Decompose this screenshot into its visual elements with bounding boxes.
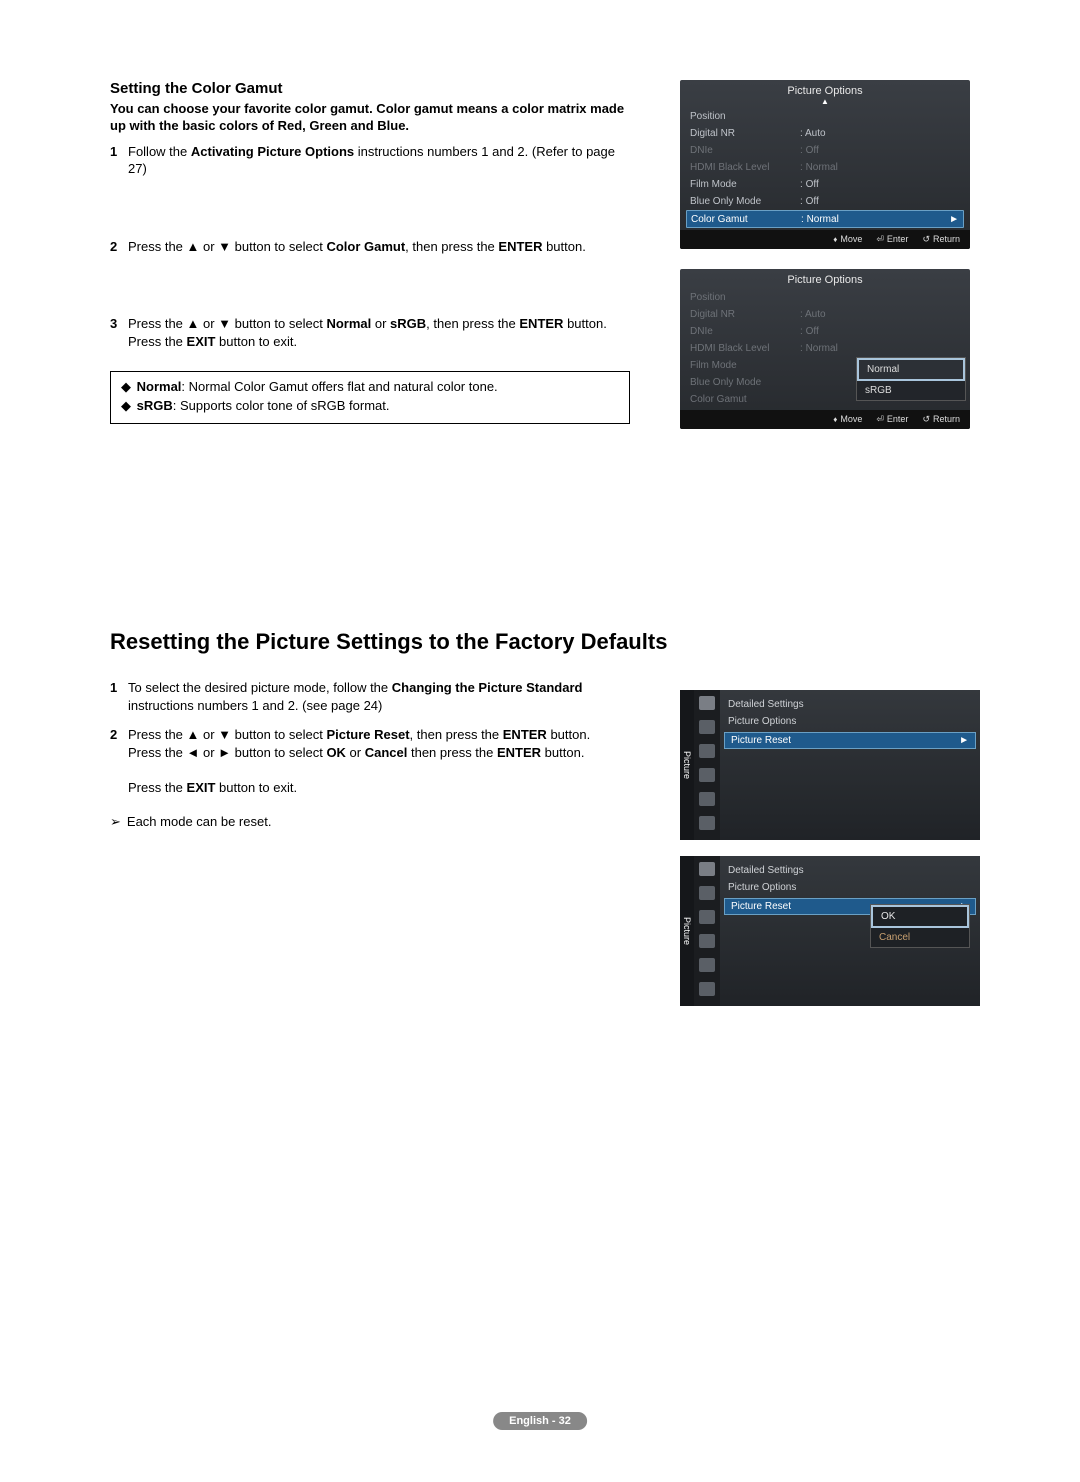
- osd-row-value: Normal: [800, 343, 960, 354]
- osd-row-label: Position: [690, 111, 800, 122]
- osd-row-selected: Color GamutNormal►: [686, 210, 964, 228]
- move-hint: Move: [833, 414, 862, 425]
- enter-hint: Enter: [876, 234, 908, 245]
- osd-row-value: Auto: [800, 309, 960, 320]
- osd-row-label: Digital NR: [690, 309, 800, 320]
- return-hint: Return: [922, 414, 960, 425]
- osd-footer: Move Enter Return: [680, 230, 970, 249]
- popup-option: Cancel: [871, 928, 969, 947]
- menu-item: Detailed Settings: [728, 862, 972, 879]
- menu-item-selected: Picture Reset►: [724, 732, 976, 749]
- scroll-up-icon: ▲: [680, 98, 970, 106]
- osd-row-label: Blue Only Mode: [690, 196, 800, 207]
- step-number: 2: [110, 238, 128, 256]
- osd-row-label: Color Gamut: [690, 394, 800, 405]
- osd-row-label: Position: [690, 292, 800, 303]
- menu-item: Detailed Settings: [728, 696, 972, 713]
- side-tab: Picture: [680, 690, 694, 840]
- move-hint: Move: [833, 234, 862, 245]
- osd-row-label: DNIe: [690, 145, 800, 156]
- bullet-icon: ◆: [121, 397, 133, 415]
- tv-icon: [699, 862, 715, 876]
- steps-list: 1 Follow the Activating Picture Options …: [110, 143, 630, 351]
- osd-row-label: Digital NR: [690, 128, 800, 139]
- osd-picture-menu-2: Picture Detailed Settings Picture Option…: [680, 856, 980, 1006]
- menu-icon: [699, 934, 715, 948]
- osd-picture-menu-1: Picture Detailed Settings Picture Option…: [680, 690, 980, 840]
- page-footer: English - 32: [493, 1412, 587, 1430]
- menu-icon: [699, 910, 715, 924]
- step-number: 2: [110, 726, 128, 796]
- chevron-right-icon: ►: [959, 735, 969, 746]
- bullet-icon: ◆: [121, 378, 133, 396]
- osd-row-value: Off: [800, 196, 960, 207]
- step-body: Follow the Activating Picture Options in…: [128, 143, 630, 178]
- note-line: Each mode can be reset.: [110, 814, 630, 830]
- main-heading: Resetting the Picture Settings to the Fa…: [110, 629, 970, 655]
- menu-icon: [699, 792, 715, 806]
- osd-picture-options-2: Picture Options Position Digital NRAuto …: [680, 269, 970, 429]
- popup-option-selected: Normal: [857, 358, 965, 381]
- side-icons: [694, 690, 720, 840]
- menu-icon: [699, 720, 715, 734]
- osd-popup: OK Cancel: [870, 904, 970, 948]
- osd-row-label: HDMI Black Level: [690, 343, 800, 354]
- step-number: 3: [110, 315, 128, 350]
- note-box: ◆ Normal: Normal Color Gamut offers flat…: [110, 371, 630, 424]
- osd-footer: Move Enter Return: [680, 410, 970, 429]
- osd-row-value: Off: [800, 145, 960, 156]
- osd-row-value: Auto: [800, 128, 960, 139]
- osd-row-label: Blue Only Mode: [690, 377, 800, 388]
- menu-icon: [699, 886, 715, 900]
- osd-popup: Normal sRGB: [856, 357, 966, 401]
- menu-item: Picture Options: [728, 713, 972, 730]
- reset-steps-list: 1 To select the desired picture mode, fo…: [110, 679, 630, 808]
- osd-row-label: DNIe: [690, 326, 800, 337]
- tv-icon: [699, 696, 715, 710]
- popup-option: sRGB: [857, 381, 965, 400]
- side-tab: Picture: [680, 856, 694, 1006]
- osd-row-label: Film Mode: [690, 179, 800, 190]
- menu-icon: [699, 744, 715, 758]
- step-number: 1: [110, 143, 128, 178]
- osd-row-label: Film Mode: [690, 360, 800, 371]
- menu-item: Picture Options: [728, 879, 972, 896]
- menu-icon: [699, 958, 715, 972]
- osd-row-value: Normal: [800, 162, 960, 173]
- section-intro: You can choose your favorite color gamut…: [110, 101, 630, 135]
- step-body: Press the ▲ or ▼ button to select Color …: [128, 238, 630, 256]
- osd-row-value: Off: [800, 326, 960, 337]
- step-number: 1: [110, 679, 128, 714]
- osd-title: Picture Options: [680, 80, 970, 98]
- osd-picture-options-1: Picture Options ▲ Position Digital NRAut…: [680, 80, 970, 249]
- menu-icon: [699, 816, 715, 830]
- popup-option-selected: OK: [871, 905, 969, 928]
- menu-icon: [699, 768, 715, 782]
- enter-hint: Enter: [876, 414, 908, 425]
- step-body: To select the desired picture mode, foll…: [128, 679, 630, 714]
- osd-title: Picture Options: [680, 269, 970, 287]
- return-hint: Return: [922, 234, 960, 245]
- step-body: Press the ▲ or ▼ button to select Pictur…: [128, 726, 630, 796]
- section-heading: Setting the Color Gamut: [110, 80, 630, 97]
- step-body: Press the ▲ or ▼ button to select Normal…: [128, 315, 630, 350]
- osd-row-value: Off: [800, 179, 960, 190]
- osd-row-label: HDMI Black Level: [690, 162, 800, 173]
- side-icons: [694, 856, 720, 1006]
- chevron-right-icon: ►: [949, 214, 959, 225]
- menu-icon: [699, 982, 715, 996]
